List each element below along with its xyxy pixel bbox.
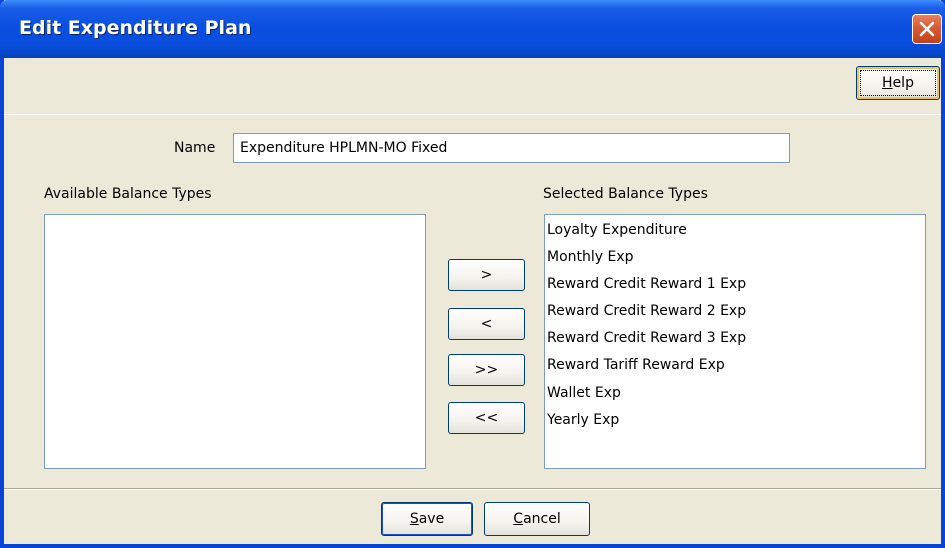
help-mnemonic: H bbox=[882, 75, 893, 91]
save-mnemonic: S bbox=[409, 511, 419, 527]
cancel-label: ancel bbox=[523, 511, 561, 527]
save-label: ave bbox=[418, 511, 445, 527]
toolbar-area bbox=[4, 58, 941, 115]
window-title: Edit Expenditure Plan bbox=[19, 17, 252, 39]
selected-balance-types-list[interactable]: Loyalty Expenditure Monthly Exp Reward C… bbox=[544, 214, 926, 469]
close-icon bbox=[919, 21, 935, 37]
close-button[interactable] bbox=[912, 14, 942, 44]
help-label: elp bbox=[892, 75, 914, 91]
list-item[interactable]: Reward Credit Reward 1 Exp bbox=[545, 271, 925, 298]
save-button[interactable]: Save bbox=[381, 502, 473, 536]
selected-balance-types-label: Selected Balance Types bbox=[543, 186, 708, 202]
footer-divider bbox=[4, 489, 941, 490]
name-input[interactable]: Expenditure HPLMN-MO Fixed bbox=[233, 133, 790, 163]
list-item[interactable]: Reward Credit Reward 2 Exp bbox=[545, 298, 925, 325]
available-balance-types-list[interactable] bbox=[44, 214, 426, 469]
cancel-button[interactable]: Cancel bbox=[484, 502, 590, 536]
remove-selected-button[interactable]: < bbox=[448, 308, 525, 340]
dialog-window: Edit Expenditure Plan Help Name Expendit… bbox=[0, 0, 945, 548]
available-balance-types-label: Available Balance Types bbox=[44, 186, 212, 202]
list-item[interactable]: Monthly Exp bbox=[545, 244, 925, 271]
list-item[interactable]: Reward Credit Reward 3 Exp bbox=[545, 325, 925, 352]
remove-all-button[interactable]: << bbox=[448, 402, 525, 434]
cancel-mnemonic: C bbox=[513, 511, 524, 527]
help-button[interactable]: Help bbox=[856, 66, 940, 100]
name-label: Name bbox=[174, 140, 216, 156]
add-all-button[interactable]: >> bbox=[448, 354, 525, 386]
list-item[interactable]: Yearly Exp bbox=[545, 407, 925, 434]
add-selected-button[interactable]: > bbox=[448, 259, 525, 291]
list-item[interactable]: Loyalty Expenditure bbox=[545, 217, 925, 244]
toolbar-divider bbox=[4, 114, 941, 115]
list-item[interactable]: Reward Tariff Reward Exp bbox=[545, 352, 925, 379]
list-item[interactable]: Wallet Exp bbox=[545, 380, 925, 407]
title-bar[interactable]: Edit Expenditure Plan bbox=[0, 0, 945, 58]
